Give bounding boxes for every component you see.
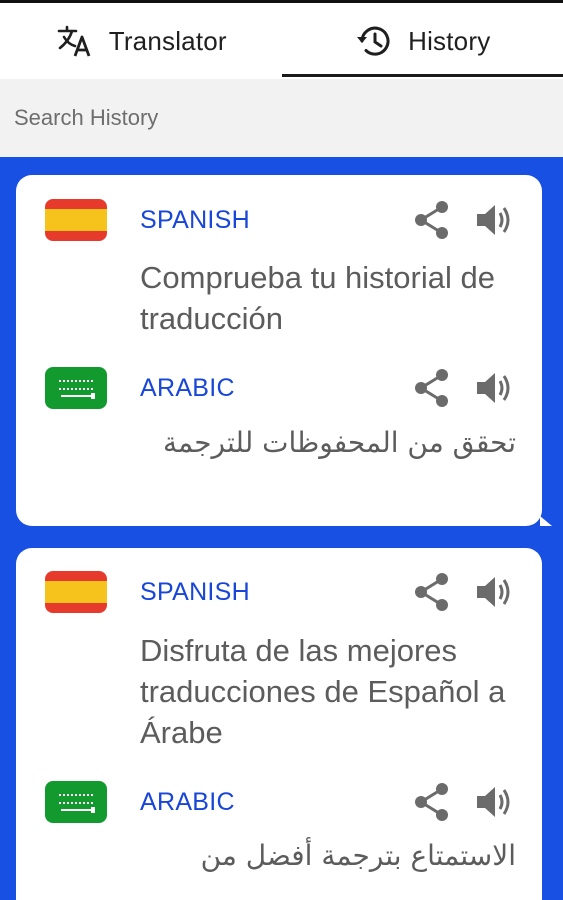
source-text: Disfruta de las mejores traducciones de … <box>140 633 506 750</box>
source-text: Comprueba tu historial de traducción <box>140 260 495 336</box>
share-icon[interactable] <box>412 368 452 408</box>
source-row: SPANISH <box>16 568 542 616</box>
tab-translator[interactable]: Translator <box>0 3 282 79</box>
translate-icon <box>55 21 95 61</box>
speaker-icon[interactable] <box>474 368 514 408</box>
source-language-label: SPANISH <box>140 206 250 234</box>
target-text: الاستمتاع بترجمة أفضل من <box>200 839 516 872</box>
search-bar <box>0 79 563 157</box>
history-icon <box>354 21 394 61</box>
tab-history-label: History <box>408 25 491 56</box>
history-card[interactable]: SPANISH Comprueba tu historial de traduc… <box>16 175 552 526</box>
search-input[interactable] <box>14 105 534 131</box>
source-row: SPANISH <box>16 196 542 244</box>
share-icon[interactable] <box>412 572 452 612</box>
target-language-label: ARABIC <box>140 788 235 816</box>
saudi-arabia-flag-icon <box>45 781 107 823</box>
tab-translator-label: Translator <box>108 25 227 56</box>
target-text: تحقق من المحفوظات للترجمة <box>163 426 516 459</box>
target-row: ARABIC <box>16 778 542 826</box>
saudi-arabia-flag-icon <box>45 367 107 409</box>
card-tail <box>540 516 552 526</box>
target-language-label: ARABIC <box>140 374 235 402</box>
history-card[interactable]: SPANISH Disfruta de las mejores traducci… <box>16 548 542 900</box>
share-icon[interactable] <box>412 200 452 240</box>
source-language-label: SPANISH <box>140 578 250 606</box>
history-list[interactable]: SPANISH Comprueba tu historial de traduc… <box>0 157 563 900</box>
share-icon[interactable] <box>412 782 452 822</box>
spain-flag-icon <box>45 571 107 613</box>
speaker-icon[interactable] <box>474 782 514 822</box>
tab-history[interactable]: History <box>281 3 563 79</box>
tab-bar: Translator History <box>0 3 563 79</box>
speaker-icon[interactable] <box>474 572 514 612</box>
target-row: ARABIC <box>16 364 542 412</box>
spain-flag-icon <box>45 199 107 241</box>
speaker-icon[interactable] <box>474 200 514 240</box>
